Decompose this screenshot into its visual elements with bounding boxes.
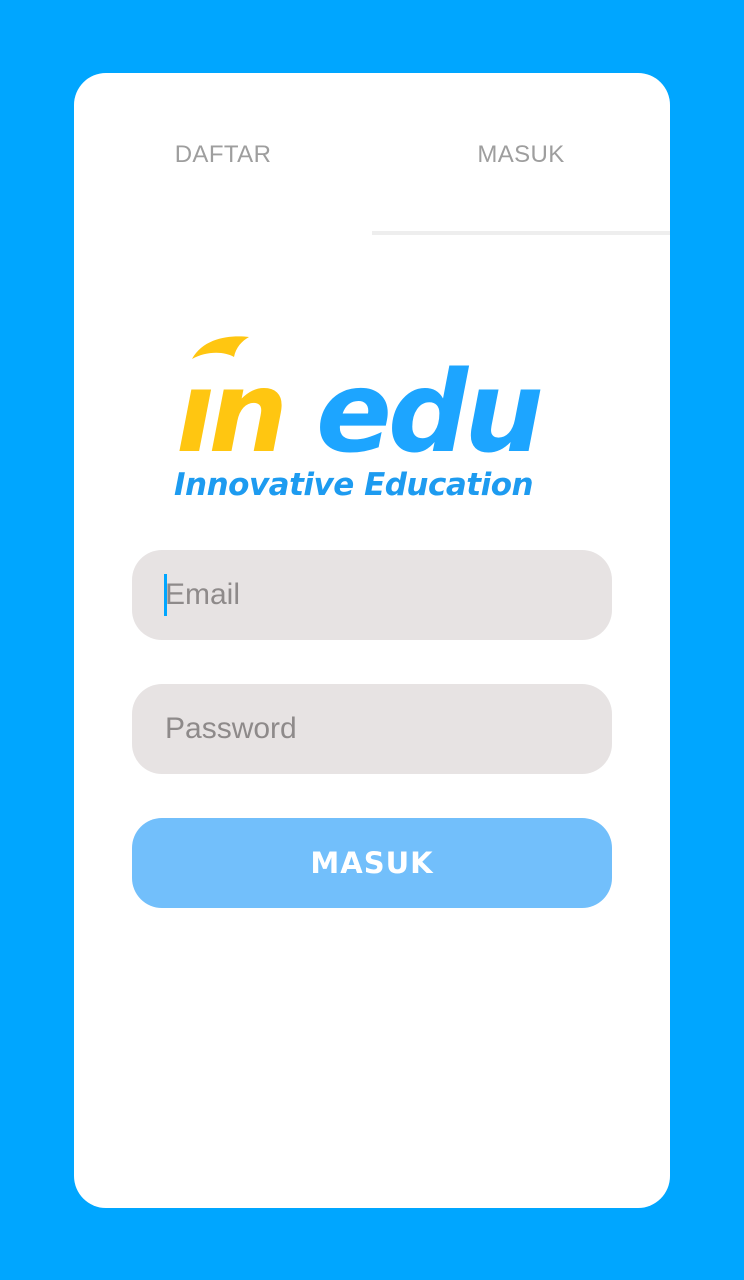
active-tab-indicator [372,231,670,235]
logo-edu: edu [316,348,541,478]
text-caret-icon [164,574,167,616]
password-input[interactable] [165,684,612,774]
logo-in: ın [176,348,282,478]
tab-daftar[interactable]: DAFTAR [74,73,372,237]
email-field[interactable] [132,550,612,640]
login-button[interactable]: MASUK [132,818,612,908]
tab-masuk[interactable]: MASUK [372,73,670,237]
inedu-logo: ın edu Innovative Education [174,336,545,503]
auth-tabs: DAFTAR MASUK [74,73,670,237]
login-card: DAFTAR MASUK ın edu Innovative Education… [74,73,670,1208]
password-field[interactable] [132,684,612,774]
email-input[interactable] [165,550,612,640]
logo-tagline: Innovative Education [174,467,533,503]
